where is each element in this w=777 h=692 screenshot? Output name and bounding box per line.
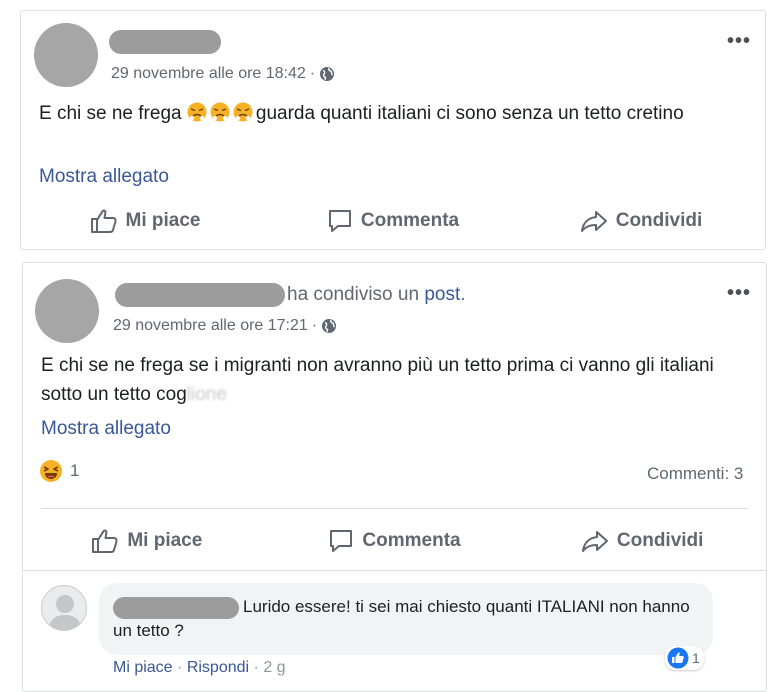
meta-separator: ·: [311, 317, 318, 334]
comment-separator: ·: [177, 659, 183, 676]
post-timestamp[interactable]: 29 novembre alle ore 17:21: [113, 317, 308, 335]
reaction-count: 1: [70, 461, 80, 480]
like-reaction-icon: [667, 647, 689, 669]
show-attachment-link[interactable]: Mostra allegato: [39, 166, 169, 188]
globe-icon: [322, 319, 337, 333]
share-label: Condividi: [615, 210, 703, 231]
more-options-icon[interactable]: •••: [727, 283, 751, 303]
globe-icon: [320, 67, 335, 81]
show-attachment-link[interactable]: Mostra allegato: [41, 418, 171, 440]
more-options-icon[interactable]: •••: [727, 31, 751, 51]
post-meta: 29 novembre alle ore 18:42 ·: [111, 65, 335, 83]
post-timestamp[interactable]: 29 novembre alle ore 18:42: [111, 65, 306, 83]
post-card-1: ••• 29 novembre alle ore 18:42 · E chi s…: [20, 10, 766, 250]
like-button[interactable]: Mi piace: [23, 525, 271, 557]
post-text: E chi se ne frega se i migranti non avra…: [41, 351, 741, 409]
share-button[interactable]: Condividi: [518, 525, 766, 557]
shared-label: ha condiviso un: [287, 284, 420, 305]
post-text-start: E chi se ne frega: [39, 103, 187, 124]
comment-actions: Mi piace · Rispondi · 2 g: [113, 659, 286, 677]
comment-icon: [330, 530, 353, 552]
post-text-main: E chi se ne frega se i migranti non avra…: [41, 355, 714, 405]
post-text-blurred: lione: [186, 384, 227, 405]
author-avatar[interactable]: [34, 23, 98, 87]
comment-like-link[interactable]: Mi piace: [113, 659, 173, 676]
comment-icon: [328, 210, 351, 232]
share-arrow-icon: [581, 531, 608, 552]
comment-button[interactable]: Commenta: [269, 205, 517, 237]
comment-button[interactable]: Commenta: [271, 525, 519, 557]
post-card-2: ha condiviso un post. ••• 29 novembre al…: [22, 262, 767, 692]
comment-age[interactable]: 2 g: [263, 659, 285, 676]
comment-text: Lurido essere! ti sei mai chiesto quanti…: [113, 597, 690, 640]
huffing-face-emoji-icon: [233, 102, 253, 122]
comment-label: Commenta: [360, 210, 460, 231]
share-header: ha condiviso un post.: [115, 283, 466, 307]
comment-like-count[interactable]: 1: [665, 646, 704, 670]
commenter-avatar[interactable]: [41, 585, 87, 631]
redacted-author-name: [115, 283, 285, 307]
like-label: Mi piace: [125, 210, 201, 231]
laughing-emoji-icon: [40, 460, 62, 482]
comment-reply-link[interactable]: Rispondi: [187, 659, 249, 676]
post-text: E chi se ne frega guarda quanti italiani…: [39, 99, 739, 128]
comment-like-number: 1: [692, 650, 700, 666]
comments-divider: [23, 570, 766, 571]
meta-separator: ·: [309, 65, 316, 82]
share-arrow-icon: [580, 211, 607, 232]
comment-label: Commenta: [362, 530, 461, 551]
comment-separator: ·: [253, 659, 259, 676]
huffing-face-emoji-icon: [210, 102, 230, 122]
post-actions: Mi piace Commenta Condividi: [21, 205, 765, 237]
share-button[interactable]: Condividi: [517, 205, 765, 237]
like-label: Mi piace: [127, 530, 203, 551]
post-actions: Mi piace Commenta Condividi: [23, 525, 766, 557]
author-avatar[interactable]: [35, 279, 99, 343]
thumbs-up-icon: [90, 209, 117, 233]
actions-divider: [41, 508, 749, 509]
shared-post-link[interactable]: post: [424, 284, 460, 306]
comment-bubble: Lurido essere! ti sei mai chiesto quanti…: [99, 583, 713, 655]
comments-count-link[interactable]: Commenti: 3: [647, 464, 743, 484]
shared-period: .: [460, 284, 466, 305]
redacted-author-name: [109, 30, 221, 54]
default-user-icon: [48, 595, 82, 630]
reaction-summary[interactable]: 1: [39, 459, 79, 483]
share-label: Condividi: [616, 530, 704, 551]
like-button[interactable]: Mi piace: [21, 205, 269, 237]
post-text-end: guarda quanti italiani ci sono senza un …: [255, 103, 684, 124]
post-meta: 29 novembre alle ore 17:21 ·: [113, 317, 337, 335]
huffing-face-emoji-icon: [187, 102, 207, 122]
thumbs-up-icon: [92, 529, 118, 553]
